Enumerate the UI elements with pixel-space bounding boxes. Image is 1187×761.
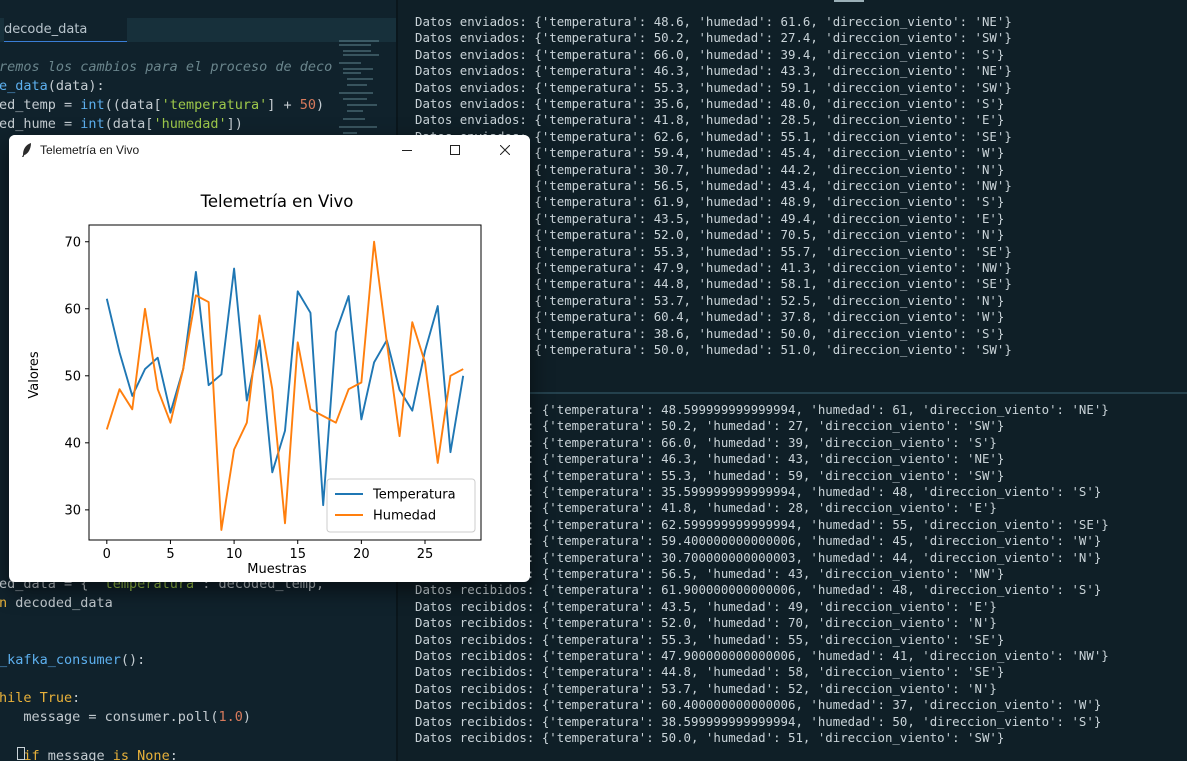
window-titlebar[interactable]: Telemetría en Vivo: [9, 135, 530, 165]
code-token: (data[: [104, 116, 154, 132]
terminal-line: Datos recibidos: {'temperatura': 44.8, '…: [415, 664, 1005, 680]
terminal-line: Datos enviados: {'temperatura': 35.6, 'h…: [415, 96, 1005, 111]
code-token: ): [316, 97, 325, 113]
code-line: ed_temp = int((data['temperatura'] + 50): [0, 96, 324, 115]
terminal-line: Datos recibidos: {'temperatura': 50.0, '…: [415, 730, 1005, 745]
x-tick-label: 10: [226, 547, 243, 562]
legend-label: Humedad: [373, 509, 436, 524]
x-tick-label: 0: [103, 547, 111, 562]
code-token: remos los cambios para el proceso de dec…: [0, 59, 333, 75]
code-line: _kafka_consumer():: [0, 651, 145, 670]
x-tick-label: 15: [289, 547, 306, 562]
editor-tab-label: decode_data: [4, 22, 88, 37]
code-token: ed_temp =: [0, 97, 81, 113]
x-tick-label: 25: [417, 547, 434, 562]
x-tick-label: 20: [353, 547, 370, 562]
terminal-line: Datos recibidos: {'temperatura': 61.9000…: [415, 582, 1102, 598]
code-token: _kafka_consumer: [0, 652, 121, 668]
y-tick-label: 50: [64, 369, 81, 384]
x-axis-label: Muestras: [247, 562, 307, 577]
y-tick-label: 40: [64, 436, 81, 451]
legend-label: Temperatura: [372, 488, 456, 503]
code-token: message: [39, 748, 113, 761]
code-token: (data):: [47, 78, 105, 94]
terminal-line: Datos recibidos: {'temperatura': 55.3, '…: [415, 631, 1005, 647]
code-token: ]): [226, 116, 243, 132]
maximize-icon: [450, 145, 460, 155]
x-tick-label: 5: [166, 547, 174, 562]
code-token: 'humedad': [153, 116, 227, 132]
code-token: ] +: [267, 97, 300, 113]
code-line: remos los cambios para el proceso de dec…: [0, 58, 332, 77]
minimize-icon: [402, 150, 412, 151]
code-line: n decoded_data: [0, 594, 113, 613]
code-token: 'temperatura': [161, 97, 268, 113]
code-token: ():: [120, 652, 146, 668]
terminal-line: Datos enviados: {'temperatura': 55.3, 'h…: [415, 79, 1012, 95]
terminal-line: Datos recibidos: {'temperatura': 47.9000…: [415, 648, 1109, 663]
chart-legend: Temperatura Humedad: [326, 478, 476, 533]
terminal-line: Datos recibidos: {'temperatura': 43.5, '…: [415, 598, 997, 614]
code-token: hile True: [0, 690, 73, 706]
code-token: int: [80, 116, 105, 132]
code-token: ): [242, 709, 251, 725]
feather-icon: [22, 143, 31, 157]
code-line: hile True:: [0, 689, 80, 708]
terminal-line: Datos recibidos: {'temperatura': 38.5999…: [415, 713, 1102, 729]
code-token: ((data[: [104, 97, 162, 113]
terminal-line: Datos enviados: {'temperatura': 66.0, 'h…: [415, 46, 1005, 62]
terminal-line: Datos recibidos: {'temperatura': 60.4000…: [415, 697, 1102, 713]
telemetry-plot-window[interactable]: Telemetría en Vivo Telemetría en Vivo 0 5…: [9, 135, 530, 582]
code-token: int: [80, 97, 105, 113]
window-title: Telemetría en Vivo: [40, 143, 140, 157]
code-line: ed_hume = int(data['humedad']): [0, 115, 243, 134]
y-tick-label: 30: [64, 503, 81, 518]
terminal-line: Datos enviados: {'temperatura': 48.6, 'h…: [415, 14, 1012, 29]
code-line: message = consumer.poll(1.0): [0, 708, 251, 727]
maximize-button[interactable]: [432, 135, 478, 165]
editor-tab-decode-data[interactable]: decode_data: [4, 18, 128, 42]
terminal-line: Datos enviados: {'temperatura': 50.2, 'h…: [415, 30, 1012, 46]
code-line: if message is None:: [0, 747, 178, 761]
telemetry-chart: Telemetría en Vivo 0 5 10 15 20 253040506070 …: [27, 192, 482, 577]
close-button[interactable]: [482, 135, 528, 165]
code-token: is None: [112, 748, 170, 761]
series-line-temperatura: [105, 267, 465, 507]
code-token: 50: [299, 97, 317, 113]
y-tick-label: 70: [64, 235, 81, 250]
code-token: ed_hume =: [0, 116, 81, 132]
terminal-line: Datos enviados: {'temperatura': 46.3, 'h…: [415, 63, 1012, 79]
code-token: :: [72, 690, 81, 706]
terminal-tab-indicator: [834, 0, 864, 2]
terminal-cursor: [17, 747, 25, 760]
minimize-button[interactable]: [384, 135, 430, 165]
code-token: e_data: [0, 78, 48, 94]
code-token: message = consumer.poll(: [0, 709, 219, 725]
code-token: decoded_data: [7, 595, 113, 611]
terminal-line: Datos enviados: {'temperatura': 41.8, 'h…: [415, 112, 1005, 128]
code-token: 1.0: [218, 709, 243, 725]
y-axis-label: Valores: [27, 351, 42, 398]
code-line: e_data(data):: [0, 77, 105, 96]
y-tick-label: 60: [64, 302, 81, 317]
code-token: :: [169, 748, 178, 761]
close-icon: [500, 145, 510, 155]
chart-title: Telemetría en Vivo: [200, 192, 354, 211]
terminal-line: Datos recibidos: {'temperatura': 53.7, '…: [415, 680, 997, 696]
terminal-line: Datos recibidos: {'temperatura': 52.0, '…: [415, 615, 997, 631]
